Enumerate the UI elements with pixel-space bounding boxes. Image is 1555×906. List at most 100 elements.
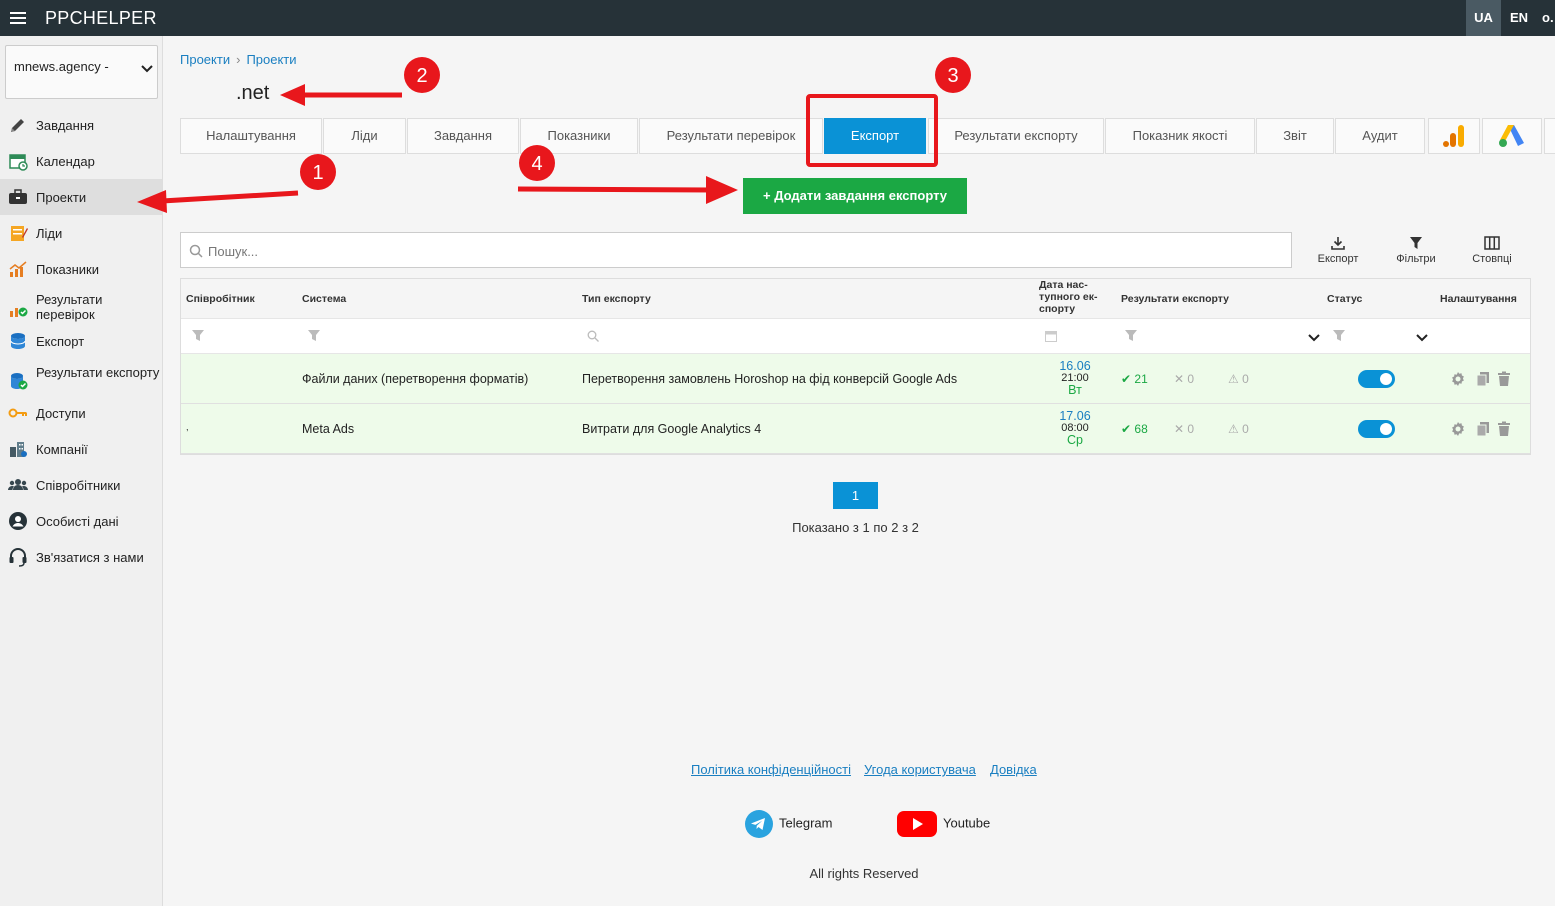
key-icon — [8, 408, 27, 418]
sidebar-item-tasks[interactable]: Завдання — [0, 107, 162, 143]
page-title: .net — [236, 82, 270, 104]
tab-google-analytics[interactable] — [1428, 118, 1480, 154]
filter-icon[interactable] — [192, 330, 204, 342]
column-header-export-results[interactable]: Результати експорту — [1121, 293, 1229, 305]
column-header-employee[interactable]: Співробітник — [186, 293, 255, 305]
sidebar-item-label: Показники — [36, 262, 99, 277]
chevron-down-icon[interactable] — [1308, 332, 1320, 344]
column-header-export-type[interactable]: Тип експорту — [582, 293, 651, 305]
menu-icon[interactable] — [10, 9, 26, 27]
export-tool-label: Експорт — [1317, 253, 1359, 265]
pencil-icon — [11, 119, 24, 132]
tab-google-ads[interactable] — [1482, 118, 1542, 154]
status-toggle[interactable] — [1358, 420, 1395, 438]
trash-icon[interactable] — [1496, 371, 1512, 387]
tab-more[interactable] — [1544, 118, 1555, 154]
warning-count-value: 0 — [1242, 372, 1249, 386]
tab-leads[interactable]: Ліди — [323, 118, 406, 154]
column-header-settings[interactable]: Налаштування — [1440, 293, 1517, 305]
tab-metrics[interactable]: Показники — [520, 118, 638, 154]
sidebar-item-access[interactable]: Доступи — [0, 395, 162, 431]
columns-tool-button[interactable]: Стовпці — [1462, 236, 1522, 265]
buildings-icon — [10, 442, 27, 457]
sidebar-item-projects[interactable]: Проекти — [0, 179, 162, 215]
breadcrumb-link[interactable]: Проекти — [180, 52, 230, 67]
account-select[interactable]: mnews.agency - — [5, 45, 158, 99]
breadcrumb-link[interactable]: Проекти — [246, 52, 296, 67]
lang-en[interactable]: EN — [1501, 0, 1537, 36]
filter-icon[interactable] — [1333, 330, 1345, 342]
sidebar-item-leads[interactable]: Ліди — [0, 215, 162, 251]
gear-icon[interactable] — [1450, 421, 1466, 437]
brand-logo[interactable]: PPCHELPER — [45, 8, 157, 29]
lang-ua[interactable]: UA — [1466, 0, 1501, 36]
success-count: ✔ 68 — [1121, 422, 1148, 436]
database-check-icon — [11, 373, 28, 390]
sidebar-item-calendar[interactable]: Календар — [0, 143, 162, 179]
filters-tool-label: Фільтри — [1396, 253, 1436, 265]
filters-tool-button[interactable]: Фільтри — [1386, 236, 1446, 265]
trash-icon[interactable] — [1496, 421, 1512, 437]
chart-icon — [9, 261, 27, 277]
table-row[interactable]: , Meta Ads Витрати для Google Analytics … — [181, 404, 1530, 454]
tab-audit[interactable]: Аудит — [1335, 118, 1425, 154]
tab-export[interactable]: Експорт — [824, 118, 926, 154]
tab-report[interactable]: Звіт — [1256, 118, 1334, 154]
sidebar-item-label: Співробітники — [36, 478, 121, 493]
copy-icon[interactable] — [1475, 371, 1491, 387]
chevron-down-icon[interactable] — [1416, 332, 1428, 344]
column-header-status[interactable]: Статус — [1327, 293, 1362, 305]
search-icon[interactable] — [587, 330, 599, 342]
notepad-icon — [11, 226, 28, 241]
user-menu[interactable]: o. — [1542, 0, 1555, 36]
sidebar-item-companies[interactable]: Компанії — [0, 431, 162, 467]
google-ads-icon — [1499, 125, 1524, 147]
youtube-link[interactable]: Youtube — [897, 810, 990, 838]
tab-export-results[interactable]: Результати експорту — [928, 118, 1104, 154]
sidebar-item-label: Календар — [36, 154, 95, 169]
warning-count-value: 0 — [1242, 422, 1249, 436]
calendar-icon[interactable] — [1045, 330, 1057, 342]
users-icon — [8, 479, 28, 490]
download-icon — [1331, 237, 1345, 250]
sidebar-item-contact[interactable]: Зв'язатися з нами — [0, 539, 162, 575]
sidebar-item-employees[interactable]: Співробітники — [0, 467, 162, 503]
column-header-next-date[interactable]: Дата нас-тупного ек-спорту — [1039, 279, 1109, 315]
search-placeholder: Пошук... — [208, 244, 259, 259]
sidebar-item-label: Особисті дані — [36, 514, 119, 529]
search-input[interactable]: Пошук... — [180, 232, 1292, 268]
table-header: Співробітник Система Тип експорту Дата н… — [181, 279, 1530, 318]
sidebar-item-export[interactable]: Експорт — [0, 323, 162, 359]
cell-next-date: 16.06 21:00 Вт — [1045, 360, 1105, 397]
sidebar-item-metrics[interactable]: Показники — [0, 251, 162, 287]
export-tasks-table: Співробітник Система Тип експорту Дата н… — [180, 278, 1531, 455]
column-header-system[interactable]: Система — [302, 293, 346, 305]
gear-icon[interactable] — [1450, 371, 1466, 387]
telegram-label: Telegram — [779, 815, 833, 831]
error-count: ✕ 0 — [1174, 372, 1194, 386]
sidebar-item-label: Експорт — [36, 334, 85, 349]
status-toggle[interactable] — [1358, 370, 1395, 388]
check-chart-icon — [10, 307, 28, 317]
youtube-icon — [897, 811, 937, 837]
copy-icon[interactable] — [1475, 421, 1491, 437]
tab-quality-score[interactable]: Показник якості — [1105, 118, 1255, 154]
privacy-policy-link[interactable]: Політика конфіденційності — [691, 762, 851, 777]
pagination-page-1[interactable]: 1 — [833, 482, 878, 509]
tab-check-results[interactable]: Результати перевірок — [639, 118, 823, 154]
user-agreement-link[interactable]: Угода користувача — [864, 762, 976, 777]
filter-icon[interactable] — [308, 330, 320, 342]
export-tool-button[interactable]: Експорт — [1308, 236, 1368, 265]
tab-tasks[interactable]: Завдання — [407, 118, 519, 154]
cell-export-type: Витрати для Google Analytics 4 — [582, 422, 762, 436]
next-weekday: Ср — [1067, 433, 1083, 447]
add-export-task-button[interactable]: + Додати завдання експорту — [743, 178, 967, 214]
help-link[interactable]: Довідка — [990, 762, 1037, 777]
sidebar-item-label: Результати експорту — [36, 365, 160, 380]
filter-icon[interactable] — [1125, 330, 1137, 342]
sidebar-item-profile[interactable]: Особисті дані — [0, 503, 162, 539]
tab-settings[interactable]: Налаштування — [180, 118, 322, 154]
copyright: All rights Reserved — [809, 866, 919, 881]
telegram-link[interactable]: Telegram — [745, 810, 832, 838]
table-row[interactable]: Файли даних (перетворення форматів) Пере… — [181, 354, 1530, 404]
